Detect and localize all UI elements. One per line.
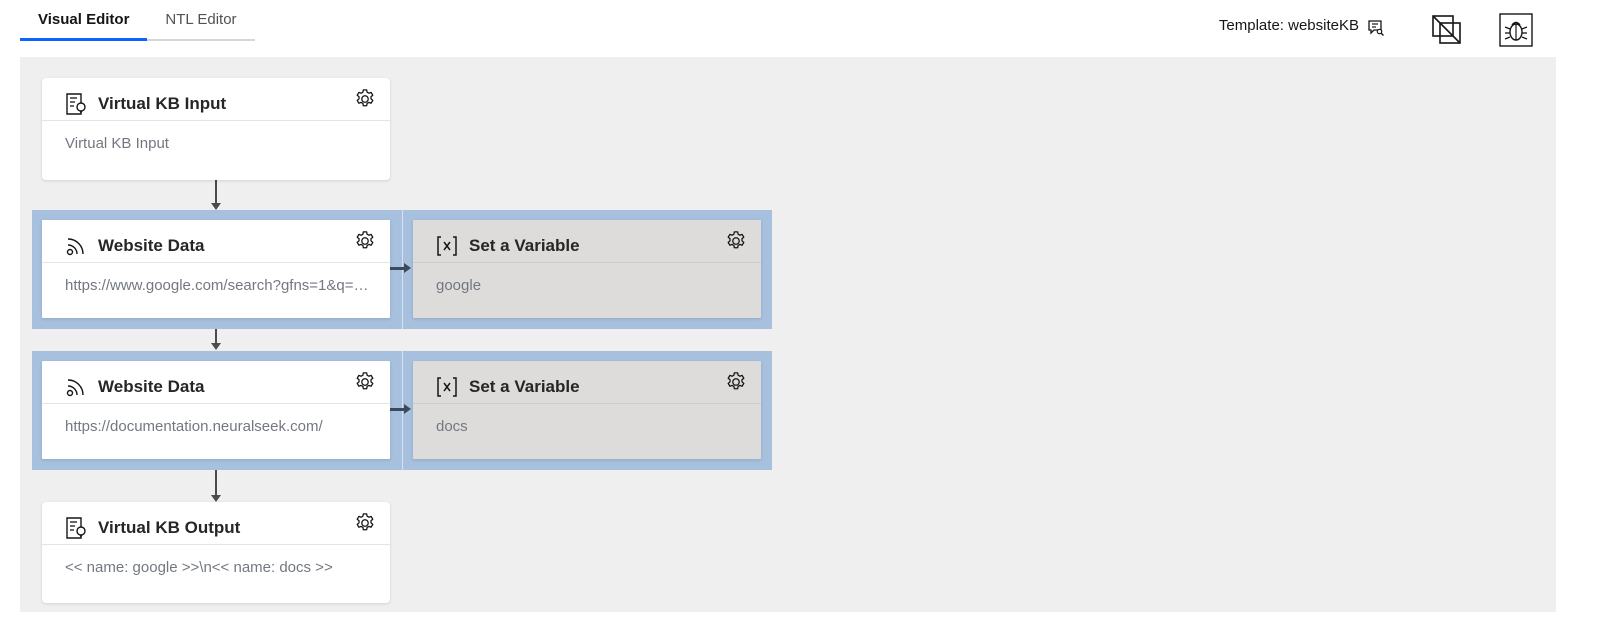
node-body: << name: google >>\n<< name: docs >> xyxy=(65,559,333,576)
node-set-variable[interactable]: Set a Variable google xyxy=(413,220,761,318)
connector xyxy=(390,408,405,411)
divider xyxy=(42,120,390,121)
connector-arrow xyxy=(211,495,221,502)
tab-ntl-editor[interactable]: NTL Editor xyxy=(147,0,255,41)
gear-icon[interactable] xyxy=(354,230,376,252)
divider xyxy=(413,403,761,404)
node-virtual-kb-output[interactable]: Virtual KB Output << name: google >>\n<<… xyxy=(42,502,390,603)
connector-arrow xyxy=(211,203,221,210)
disable-icon[interactable] xyxy=(1431,14,1463,46)
connector-arrow xyxy=(211,343,221,350)
divider xyxy=(42,544,390,545)
knowledge-base-icon xyxy=(66,517,86,539)
node-website-data[interactable]: Website Data https://documentation.neura… xyxy=(42,361,390,459)
connector xyxy=(390,267,405,270)
connector-arrow xyxy=(404,263,411,273)
divider xyxy=(42,403,390,404)
rss-feed-icon xyxy=(66,379,84,397)
connector xyxy=(215,180,217,204)
header-actions: Template: websiteKB xyxy=(1191,0,1611,56)
template-search-icon[interactable] xyxy=(1367,19,1385,37)
node-title: Virtual KB Output xyxy=(98,518,241,537)
editor-tabs: Visual Editor NTL Editor xyxy=(20,0,255,41)
node-title: Website Data xyxy=(98,236,205,255)
gear-icon[interactable] xyxy=(725,230,747,252)
node-body: https://documentation.neuralseek.com/ xyxy=(65,418,323,435)
node-title: Set a Variable xyxy=(469,377,580,396)
node-body: https://www.google.com/search?gfns=1&q=… xyxy=(65,277,369,294)
divider xyxy=(413,262,761,263)
node-website-data[interactable]: Website Data https://www.google.com/sear… xyxy=(42,220,390,318)
debug-icon[interactable] xyxy=(1499,13,1533,47)
connector xyxy=(215,470,217,496)
node-title: Virtual KB Input xyxy=(98,94,227,113)
node-title: Set a Variable xyxy=(469,236,580,255)
node-body: google xyxy=(436,277,482,294)
gear-icon[interactable] xyxy=(354,512,376,534)
tab-visual-editor[interactable]: Visual Editor xyxy=(20,0,148,41)
node-title: Website Data xyxy=(98,377,205,396)
node-set-variable[interactable]: Set a Variable docs xyxy=(413,361,761,459)
rss-feed-icon xyxy=(66,238,84,256)
gear-icon[interactable] xyxy=(354,371,376,393)
node-virtual-kb-input[interactable]: Virtual KB Input Virtual KB Input xyxy=(42,78,390,180)
knowledge-base-icon xyxy=(66,93,86,115)
gear-icon[interactable] xyxy=(725,371,747,393)
variable-icon xyxy=(437,377,457,397)
connector-arrow xyxy=(404,404,411,414)
variable-icon xyxy=(437,236,457,256)
divider xyxy=(42,262,390,263)
connector xyxy=(215,329,217,344)
template-label: Template: websiteKB xyxy=(1218,17,1359,34)
node-body: docs xyxy=(436,418,468,435)
node-body: Virtual KB Input xyxy=(65,135,169,152)
gear-icon[interactable] xyxy=(354,88,376,110)
